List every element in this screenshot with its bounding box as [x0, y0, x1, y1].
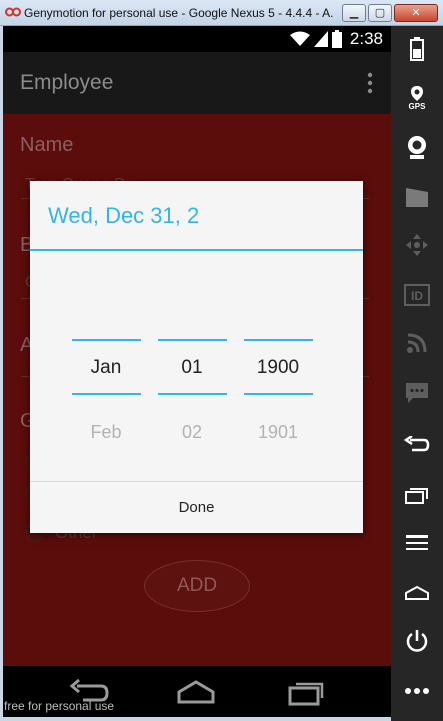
id-icon: ID: [404, 284, 430, 306]
emulator-toolbar: GPS ID: [391, 26, 443, 721]
day-picker-bottom-line: [158, 393, 227, 395]
genymotion-logo-icon: [5, 7, 21, 17]
rss-icon: [407, 333, 427, 353]
status-time: 2:38: [349, 29, 383, 48]
minimize-button[interactable]: ▁: [342, 4, 366, 22]
device-screen: 2:38 Employee Name Tran Quang Du B C A G…: [3, 26, 391, 717]
day-picker-value[interactable]: 01: [157, 357, 227, 379]
more-widget[interactable]: [400, 674, 434, 708]
action-bar: Employee: [3, 52, 391, 114]
month-picker-top-line: [72, 339, 141, 341]
webcam-icon: [408, 136, 426, 159]
year-picker-top-line: [244, 339, 313, 341]
add-button[interactable]: ADD: [144, 560, 250, 612]
home-icon[interactable]: [176, 678, 216, 706]
wifi-icon: [289, 31, 310, 46]
window-title: Genymotion for personal use - Google Nex…: [24, 6, 334, 20]
id-label: ID: [411, 289, 423, 303]
back-widget[interactable]: [400, 428, 434, 462]
battery-widget[interactable]: [400, 32, 434, 66]
overflow-menu-icon[interactable]: [367, 72, 373, 94]
recent-widget[interactable]: [400, 478, 434, 512]
message-icon: [406, 383, 428, 403]
month-picker-next[interactable]: Feb: [71, 422, 141, 443]
name-label: Name: [20, 134, 74, 156]
identifiers-widget[interactable]: ID: [400, 278, 434, 312]
network-widget[interactable]: [400, 326, 434, 360]
year-picker-bottom-line: [244, 393, 313, 395]
month-picker-bottom-line: [72, 393, 141, 395]
menu-icon: [406, 535, 428, 550]
window-title-bar: Genymotion for personal use - Google Nex…: [0, 0, 443, 26]
month-picker-value[interactable]: Jan: [71, 357, 141, 379]
year-picker-value[interactable]: 1900: [243, 357, 313, 379]
move-arrows-icon: [406, 234, 428, 256]
gps-icon: GPS: [409, 86, 427, 110]
app-title: Employee: [20, 71, 114, 94]
home-toolbar-icon: [405, 585, 429, 600]
dialog-title: Wed, Dec 31, 2: [48, 203, 200, 228]
close-button[interactable]: ✕: [394, 4, 438, 22]
day-picker-next[interactable]: 02: [157, 422, 227, 443]
gps-widget[interactable]: GPS: [400, 80, 434, 114]
signal-icon: [313, 31, 328, 47]
dialog-title-divider: [30, 249, 363, 251]
more-dots-icon: [405, 688, 429, 694]
remote-control-widget[interactable]: [400, 228, 434, 262]
screencast-widget[interactable]: [400, 180, 434, 214]
power-widget[interactable]: [400, 624, 434, 658]
sms-widget[interactable]: [400, 376, 434, 410]
back-arrow-icon: [404, 436, 430, 452]
battery-widget-icon: [410, 37, 424, 61]
recent-apps-toolbar-icon: [405, 488, 428, 504]
status-bar: 2:38: [3, 26, 391, 52]
watermark: free for personal use: [4, 699, 115, 713]
done-button[interactable]: Done: [30, 482, 363, 533]
webcam-widget[interactable]: [400, 130, 434, 164]
maximize-button[interactable]: ▢: [368, 4, 392, 22]
gps-label: GPS: [409, 102, 427, 110]
day-picker-top-line: [158, 339, 227, 341]
year-picker-next[interactable]: 1901: [243, 422, 313, 443]
date-picker-dialog: Wed, Dec 31, 2 Jan 01 1900 Feb 02 1901 D…: [30, 181, 363, 533]
clapperboard-icon: [406, 188, 428, 207]
recent-apps-icon[interactable]: [286, 678, 326, 706]
battery-icon: [331, 30, 342, 48]
power-icon: [406, 630, 428, 652]
home-widget[interactable]: [400, 576, 434, 610]
menu-widget[interactable]: [400, 526, 434, 560]
